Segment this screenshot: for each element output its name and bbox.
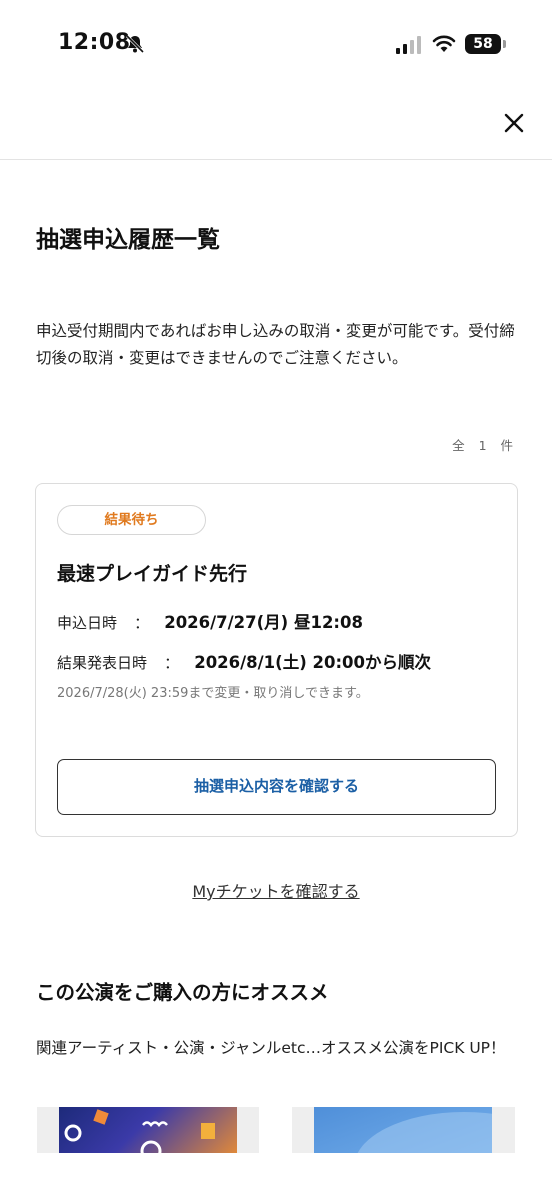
recommend-title: この公演をご購入の方にオススメ bbox=[36, 981, 329, 1004]
recommend-thumbnail[interactable] bbox=[292, 1107, 515, 1153]
artwork-image bbox=[357, 1112, 515, 1153]
wifi-icon bbox=[432, 35, 456, 52]
applied-label: 申込日時 bbox=[57, 614, 118, 632]
bell-slash-icon bbox=[125, 34, 145, 54]
status-badge: 結果待ち bbox=[57, 505, 206, 535]
recommend-thumbnail[interactable] bbox=[37, 1107, 259, 1153]
result-separator: ： bbox=[164, 654, 180, 672]
result-count: 全 1 件 bbox=[452, 438, 518, 453]
my-ticket-link[interactable]: Myチケットを確認する bbox=[0, 878, 552, 902]
applied-separator: ： bbox=[134, 614, 150, 632]
battery-cap bbox=[503, 40, 506, 48]
modal-header bbox=[0, 90, 552, 160]
result-label: 結果発表日時 bbox=[57, 654, 148, 672]
notice-text: 申込受付期間内であればお申し込みの取消・変更が可能です。受付締切後の取消・変更は… bbox=[36, 322, 515, 367]
page-title: 抽選申込履歴一覧 bbox=[36, 227, 220, 253]
applied-datetime-row: 申込日時 ： 2026/7/27(月) 昼12:08 bbox=[57, 609, 363, 633]
result-datetime-row: 結果発表日時 ： 2026/8/1(土) 20:00から順次 bbox=[57, 649, 431, 673]
applied-value: 2026/7/27(月) 昼12:08 bbox=[164, 613, 363, 632]
battery-icon: 58 bbox=[465, 34, 501, 54]
status-time: 12:08 bbox=[58, 30, 131, 55]
status-bar: 12:08 58 bbox=[0, 0, 552, 90]
deadline-note: 2026/7/28(火) 23:59まで変更・取り消しできます。 bbox=[57, 686, 369, 701]
close-icon[interactable] bbox=[498, 107, 530, 139]
lottery-entry-card: 結果待ち 最速プレイガイド先行 申込日時 ： 2026/7/27(月) 昼12:… bbox=[35, 483, 518, 837]
entry-title: 最速プレイガイド先行 bbox=[57, 563, 248, 585]
result-value: 2026/8/1(土) 20:00から順次 bbox=[194, 653, 432, 672]
recommend-image bbox=[314, 1107, 515, 1153]
recommend-image bbox=[59, 1107, 237, 1153]
confirm-entry-button[interactable]: 抽選申込内容を確認する bbox=[57, 759, 496, 815]
recommend-description: 関連アーティスト・公演・ジャンルetc…オススメ公演をPICK UP！ bbox=[36, 1039, 506, 1057]
artwork-image bbox=[64, 1109, 215, 1153]
signal-icon bbox=[396, 36, 421, 54]
